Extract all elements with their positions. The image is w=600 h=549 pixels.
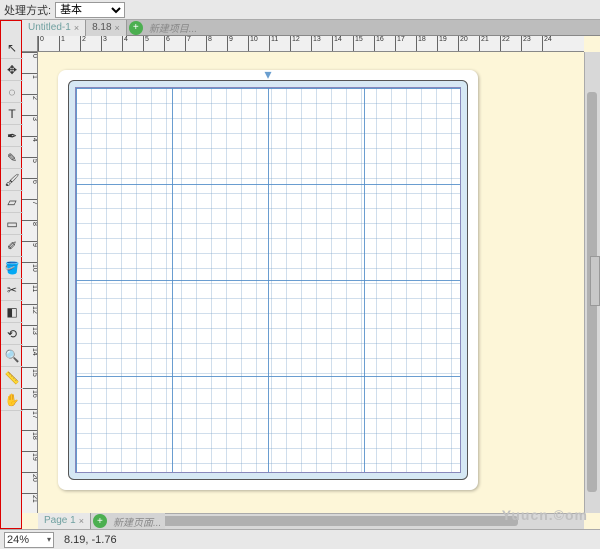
ruler-tick: 9 [227,36,233,52]
bucket-icon[interactable]: 🪣 [1,257,23,279]
direct-select-icon[interactable]: ✥ [1,59,23,81]
tab-secondary[interactable]: 8.18 × [86,20,127,36]
status-bar: 24% ▾ 8.19, -1.76 [0,529,600,549]
ruler-tick: 10 [22,262,38,272]
lasso-icon[interactable]: ◌ [1,81,23,103]
ruler-tick: 12 [22,304,38,314]
ruler-tick: 1 [22,73,38,79]
ruler-tick: 11 [22,283,38,292]
ruler-tick: 22 [500,36,510,52]
mode-select[interactable]: 基本 [55,2,125,18]
eraser-icon[interactable]: ▱ [1,191,23,213]
mode-label: 处理方式: [4,2,51,18]
close-icon[interactable]: × [74,20,79,36]
ruler-tick: 16 [22,388,38,398]
hand-icon[interactable]: ✋ [1,389,23,411]
workspace: 0123456789101112131415161718192021222324… [22,36,600,529]
page-tab-1[interactable]: Page 1 × [38,513,91,529]
ruler-tick: 4 [122,36,128,52]
transform-icon[interactable]: ⟲ [1,323,23,345]
tab-untitled[interactable]: Untitled-1 × [22,20,86,36]
cursor-coordinates: 8.19, -1.76 [64,534,117,546]
gradient-icon[interactable]: ◧ [1,301,23,323]
ruler-tick: 21 [479,36,489,52]
ruler-tick: 15 [353,36,363,52]
brush-icon[interactable]: 🖌 [1,169,23,191]
tools-panel: ↖✥◌T✒✎🖌▱▭✐🪣✂◧⟲🔍📏✋ [0,20,22,529]
ruler-tick: 13 [22,325,38,335]
ruler-tick: 7 [185,36,191,52]
pen-icon[interactable]: ✒ [1,125,23,147]
ruler-tick: 10 [248,36,258,52]
knife-icon[interactable]: ✂ [1,279,23,301]
ruler-tick: 19 [437,36,447,52]
add-tab-icon[interactable]: + [129,21,143,35]
ruler-tick: 6 [164,36,170,52]
page[interactable]: ▾ [58,70,478,490]
page-tab-label: Page 1 [44,513,76,529]
pointer-icon[interactable]: ↖ [1,37,23,59]
ruler-tick: 7 [22,199,38,205]
ruler-tick: 21 [22,493,38,503]
side-flyout-handle[interactable] [590,256,600,306]
add-page-icon[interactable]: + [93,514,107,528]
text-icon[interactable]: T [1,103,23,125]
ruler-tick: 15 [22,367,38,377]
ruler-tick: 17 [395,36,405,52]
artboard[interactable] [68,80,468,480]
grid [75,87,461,473]
ruler-tick: 20 [458,36,468,52]
ruler-tick: 5 [143,36,149,52]
tab-label: 8.18 [92,20,111,36]
ruler-tick: 1 [59,36,65,52]
ruler-tick: 14 [332,36,342,52]
ruler-tick: 8 [22,220,38,226]
document-tabs: Untitled-1 × 8.18 × + 新建项目... [22,20,600,36]
ruler-tick: 0 [22,52,38,58]
ruler-tick: 18 [416,36,426,52]
ruler-tick: 6 [22,178,38,184]
ruler-tick: 11 [269,36,278,52]
ruler-tick: 9 [22,241,38,247]
ruler-tick: 5 [22,157,38,163]
ruler-tick: 24 [542,36,552,52]
ruler-corner[interactable] [22,36,38,52]
ruler-tick: 2 [22,94,38,100]
ruler-tick: 19 [22,451,38,461]
new-project-label[interactable]: 新建项目... [145,20,201,35]
processing-mode-bar: 处理方式: 基本 [0,0,600,20]
ruler-tick: 16 [374,36,384,52]
page-tabs: Page 1 × + 新建页面... [38,513,165,529]
ruler-tick: 20 [22,472,38,482]
new-page-label[interactable]: 新建页面... [109,514,165,529]
zoom-icon[interactable]: 🔍 [1,345,23,367]
eyedropper-icon[interactable]: ✐ [1,235,23,257]
ruler-tick: 18 [22,430,38,440]
ruler-tick: 4 [22,136,38,142]
ruler-tick: 23 [521,36,531,52]
ruler-tick: 3 [22,115,38,121]
chevron-down-icon: ▾ [47,535,51,544]
ruler-tick: 8 [206,36,212,52]
ruler-tick: 2 [80,36,86,52]
close-icon[interactable]: × [79,513,84,529]
zoom-combo[interactable]: 24% ▾ [4,532,54,548]
shape-icon[interactable]: ▭ [1,213,23,235]
horizontal-ruler[interactable]: 0123456789101112131415161718192021222324 [38,36,584,52]
ruler-tick: 13 [311,36,321,52]
tab-label: Untitled-1 [28,20,71,36]
ruler-tick: 0 [38,36,44,52]
vertical-ruler[interactable]: 0123456789101112131415161718192021222324 [22,52,38,513]
close-icon[interactable]: × [115,20,120,36]
measure-icon[interactable]: 📏 [1,367,23,389]
ruler-tick: 17 [22,409,38,419]
ruler-tick: 3 [101,36,107,52]
ruler-tick: 14 [22,346,38,356]
pencil-icon[interactable]: ✎ [1,147,23,169]
zoom-value: 24% [7,534,29,546]
canvas-viewport[interactable]: ▾ [38,52,584,513]
ruler-tick: 12 [290,36,300,52]
